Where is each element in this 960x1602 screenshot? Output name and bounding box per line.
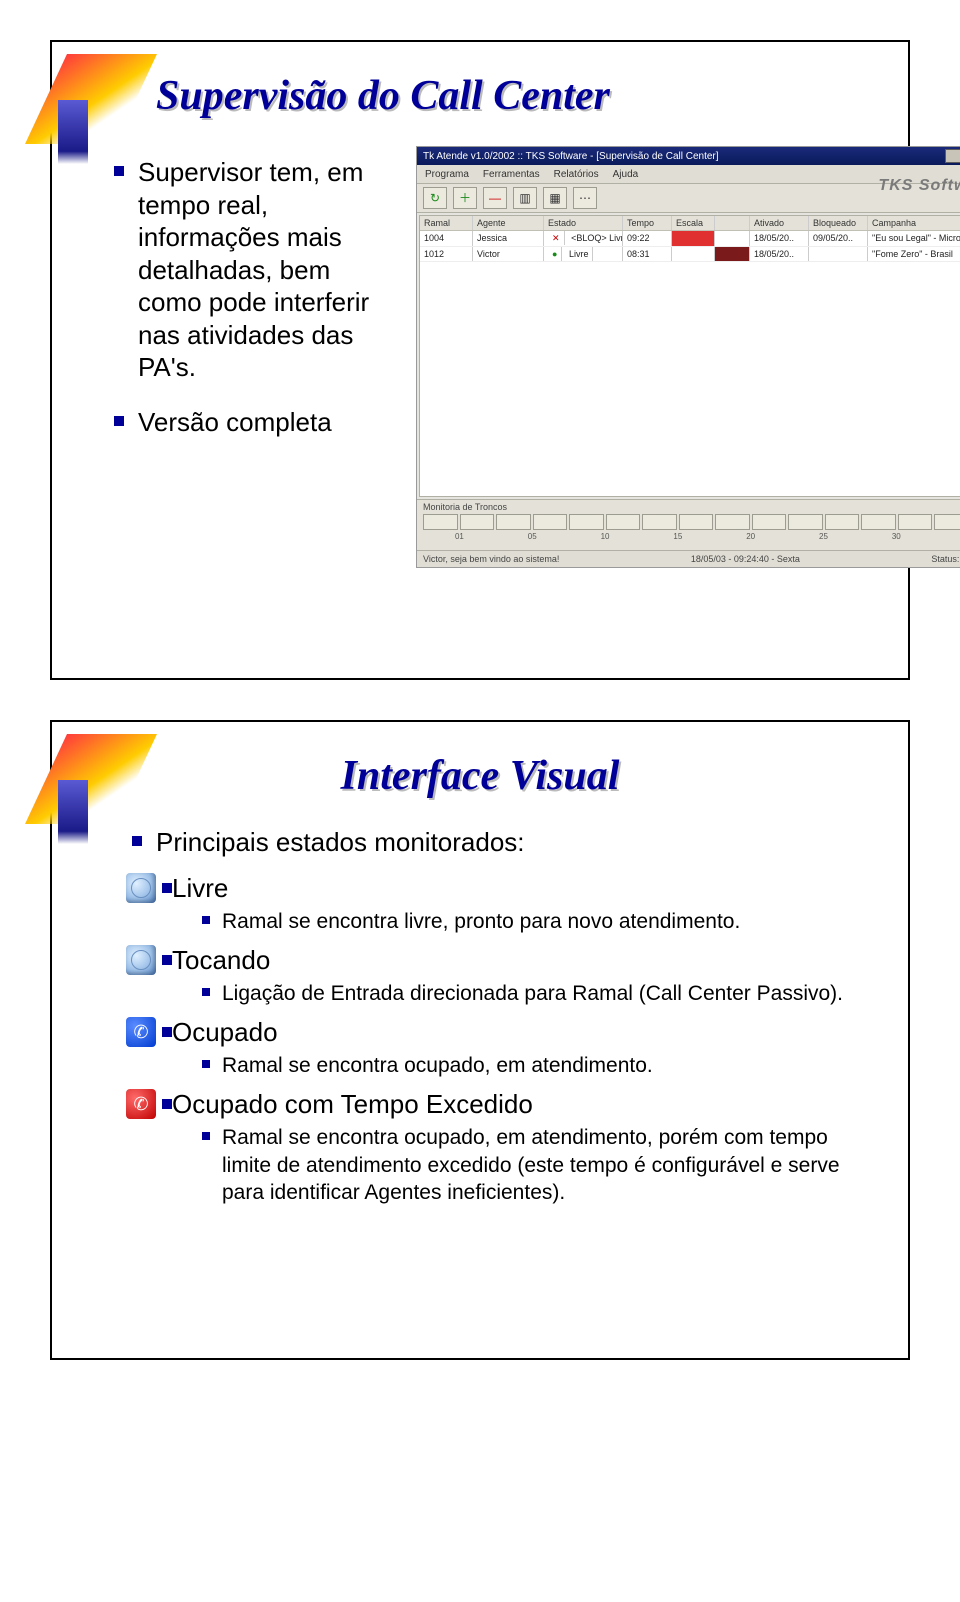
minimize-icon[interactable] — [945, 149, 960, 163]
col-header[interactable] — [715, 216, 750, 230]
toolbar-remove-icon[interactable]: — — [483, 187, 507, 209]
corner-decoration — [46, 54, 166, 154]
state-name: Tocando — [172, 945, 270, 975]
slide-interface-visual: Interface Visual Principais estados moni… — [50, 720, 910, 1360]
phone-red-icon — [126, 1089, 156, 1119]
col-header[interactable]: Escala — [672, 216, 715, 230]
heading-item: Principais estados monitorados: — [132, 826, 868, 859]
globe-icon — [126, 873, 156, 903]
status-cell-red: . — [672, 231, 715, 246]
trunk-cell[interactable] — [861, 514, 896, 530]
status-left: Victor, seja bem vindo ao sistema! — [423, 554, 559, 564]
toolbar-options-icon[interactable]: ⋯ — [573, 187, 597, 209]
trunk-cell[interactable] — [934, 514, 960, 530]
state-item: Livre Ramal se encontra livre, pronto pa… — [162, 873, 868, 941]
bullet-item: Supervisor tem, em tempo real, informaçõ… — [114, 156, 392, 384]
menu-item[interactable]: Relatórios — [554, 169, 599, 180]
menu-item[interactable]: Programa — [425, 169, 469, 180]
trunk-panel: Monitoria de Troncos 01 05 10 15 20 25 3… — [417, 499, 960, 550]
toolbar-refresh-icon[interactable]: ↻ — [423, 187, 447, 209]
col-header[interactable]: Campanha — [868, 216, 960, 230]
table-row[interactable]: 1012 Victor ● Livre 08:31 . 18/05/20.. "… — [420, 247, 960, 262]
state-desc: Ramal se encontra livre, pronto para nov… — [202, 908, 740, 935]
col-header[interactable]: Ramal — [420, 216, 473, 230]
state-desc: Ramal se encontra ocupado, em atendiment… — [202, 1124, 868, 1206]
trunk-label: Monitoria de Troncos — [423, 502, 960, 512]
trunk-cell[interactable] — [788, 514, 823, 530]
menu-item[interactable]: Ajuda — [613, 169, 639, 180]
slide-supervisao: Supervisão do Call Center Supervisor tem… — [50, 40, 910, 680]
status-bar: Victor, seja bem vindo ao sistema! 18/05… — [417, 550, 960, 567]
trunk-cell[interactable] — [898, 514, 933, 530]
bullet-item: Versão completa — [114, 406, 392, 439]
state-name: Livre — [172, 873, 228, 903]
state-name: Ocupado com Tempo Excedido — [172, 1089, 533, 1119]
col-header[interactable]: Agente — [473, 216, 544, 230]
agents-grid: Ramal Agente Estado Tempo Escala Ativado… — [419, 215, 960, 497]
state-desc: Ligação de Entrada direcionada para Rama… — [202, 980, 843, 1007]
trunk-cell[interactable] — [642, 514, 677, 530]
table-row[interactable]: 1004 Jessica ✕ <BLOQ> Livre 09:22 . 18/0… — [420, 231, 960, 247]
col-header[interactable]: Bloqueado — [809, 216, 868, 230]
phone-blue-icon — [126, 1017, 156, 1047]
toolbar: ↻ ＋ — ▥ ▦ ⋯ TKS Software — [417, 184, 960, 213]
toolbar-add-icon[interactable]: ＋ — [453, 187, 477, 209]
state-item: Tocando Ligação de Entrada direcionada p… — [162, 945, 868, 1013]
trunk-cell[interactable] — [460, 514, 495, 530]
trunk-cell[interactable] — [679, 514, 714, 530]
trunk-cell[interactable] — [606, 514, 641, 530]
trunk-cell[interactable] — [715, 514, 750, 530]
status-datetime: 18/05/03 - 09:24:40 - Sexta — [691, 554, 800, 564]
trunk-cell[interactable] — [752, 514, 787, 530]
slide-title: Supervisão do Call Center — [156, 72, 868, 120]
state-item: Ocupado Ramal se encontra ocupado, em at… — [162, 1017, 868, 1085]
menu-item[interactable]: Ferramentas — [483, 169, 540, 180]
status-cell-dark: . — [715, 247, 750, 261]
col-header[interactable]: Estado — [544, 216, 623, 230]
trunk-cell[interactable] — [533, 514, 568, 530]
state-desc: Ramal se encontra ocupado, em atendiment… — [202, 1052, 653, 1079]
state-name: Ocupado — [172, 1017, 278, 1047]
trunk-cell[interactable] — [496, 514, 531, 530]
col-header[interactable]: Ativado — [750, 216, 809, 230]
trunk-cell[interactable] — [423, 514, 458, 530]
status-connection: Status: Conectado — [931, 554, 960, 564]
brand-logo: TKS Software — [878, 177, 960, 195]
toolbar-grid-icon[interactable]: ▦ — [543, 187, 567, 209]
trunk-cell[interactable] — [825, 514, 860, 530]
state-item: Ocupado com Tempo Excedido Ramal se enco… — [162, 1089, 868, 1212]
window-title-text: Tk Atende v1.0/2002 :: TKS Software - [S… — [423, 151, 719, 162]
col-header[interactable]: Tempo — [623, 216, 672, 230]
trunk-cell[interactable] — [569, 514, 604, 530]
app-screenshot: Tk Atende v1.0/2002 :: TKS Software - [S… — [416, 146, 960, 568]
toolbar-list-icon[interactable]: ▥ — [513, 187, 537, 209]
slide-title: Interface Visual — [92, 752, 868, 800]
window-titlebar: Tk Atende v1.0/2002 :: TKS Software - [S… — [417, 147, 960, 165]
globe-icon — [126, 945, 156, 975]
grid-header: Ramal Agente Estado Tempo Escala Ativado… — [420, 216, 960, 231]
